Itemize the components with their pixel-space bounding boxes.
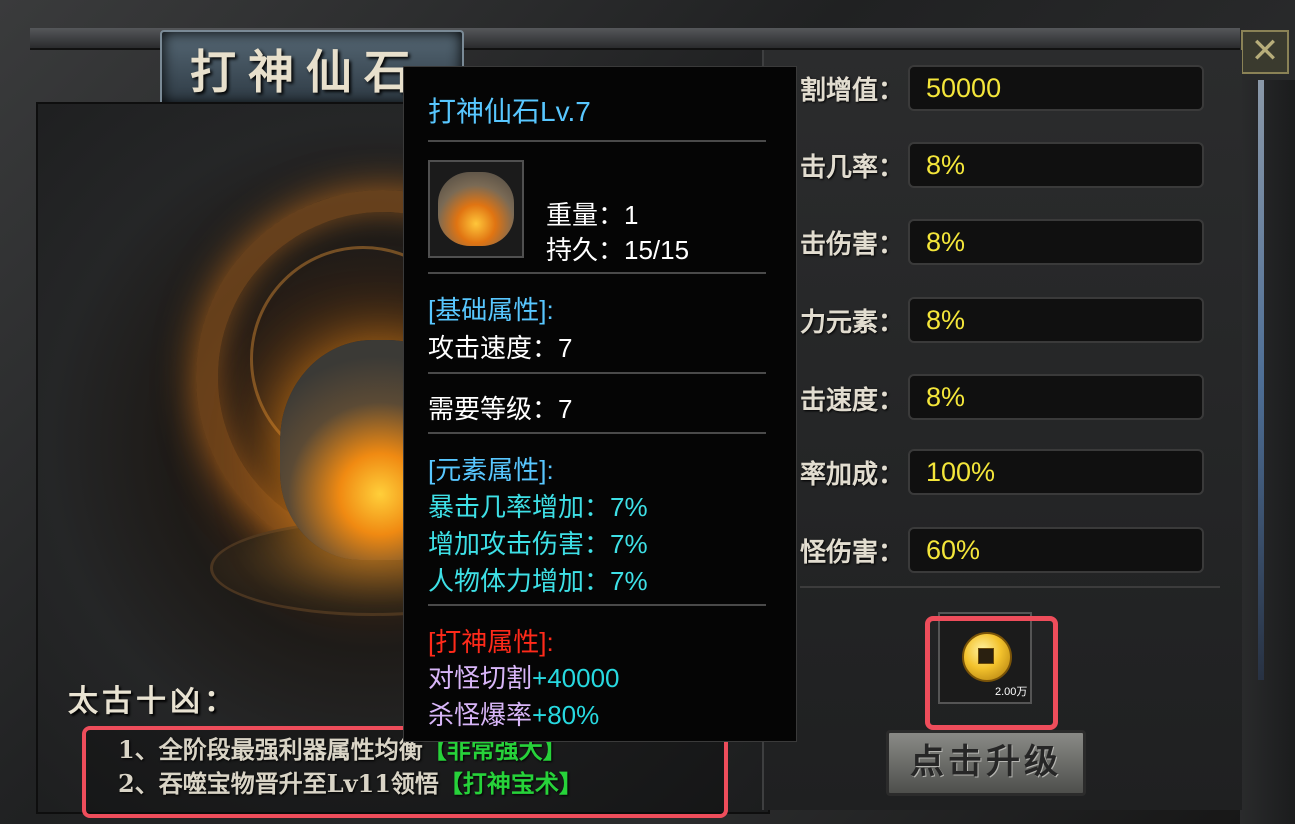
special-label: 对怪切割: [428, 663, 533, 693]
description-line-2: 2、吞噬宝物晋升至Lv11领悟【打神宝术】: [118, 764, 583, 799]
tooltip-special-line-1: 对怪切割+40000: [428, 658, 620, 695]
close-button[interactable]: ✕: [1241, 30, 1289, 74]
tooltip-attack-speed: 攻击速度：7: [428, 333, 573, 363]
stat-value: 8%: [908, 219, 1204, 265]
tooltip-title: 打神仙石Lv.7: [428, 96, 591, 127]
stat-value: 8%: [908, 297, 1204, 343]
tooltip-divider: [428, 372, 766, 374]
tooltip-divider: [428, 604, 766, 606]
stat-label: 击速度：: [800, 386, 905, 416]
special-value: +80%: [532, 700, 600, 730]
tooltip-element-line: 增加攻击伤害：7%: [428, 529, 648, 559]
tooltip-divider: [428, 140, 766, 142]
glow-bar-decoration: [1258, 80, 1264, 680]
stats-divider: [800, 586, 1220, 588]
stone-beast-icon: [438, 172, 514, 246]
stat-label: 击伤害：: [800, 230, 905, 260]
tooltip-special-header: [打神属性]:: [428, 627, 554, 657]
section-title: 太古十凶：: [68, 684, 238, 719]
special-value: +40000: [532, 663, 620, 693]
description-highlight: 【打神宝术】: [438, 769, 583, 798]
stat-value: 50000: [908, 65, 1204, 111]
tooltip-base-header: [基础属性]:: [428, 295, 554, 325]
tooltip-divider: [428, 272, 766, 274]
description-line-text: 2、吞噬宝物晋升至Lv11领悟: [118, 769, 439, 798]
tooltip-special-line-2: 杀怪爆率+80%: [428, 695, 599, 732]
tooltip-element-line: 人物体力增加：7%: [428, 566, 648, 596]
stat-label: 力元素：: [800, 308, 905, 338]
upgrade-button[interactable]: 点击升级: [886, 730, 1086, 796]
stat-value: 60%: [908, 527, 1204, 573]
tooltip-element-header: [元素属性]:: [428, 455, 554, 485]
special-label: 杀怪爆率: [428, 700, 533, 730]
stat-label: 割增值：: [800, 76, 905, 106]
tooltip-divider: [428, 432, 766, 434]
window-title: 打神仙石: [190, 45, 422, 99]
description-line-text: 1、全阶段最强利器属性均衡: [118, 735, 423, 764]
right-dragon-decoration: [1240, 80, 1295, 824]
tooltip-weight: 重量：1: [546, 200, 639, 230]
stat-label: 怪伤害：: [800, 538, 905, 568]
stat-value: 100%: [908, 449, 1204, 495]
tooltip-durability: 持久：15/15: [546, 235, 690, 265]
cost-highlight-box: [925, 616, 1058, 730]
stat-value: 8%: [908, 374, 1204, 420]
stat-value: 8%: [908, 142, 1204, 188]
tooltip-element-line: 暴击几率增加：7%: [428, 492, 648, 522]
stat-label: 击几率：: [800, 153, 905, 183]
stat-label: 率加成：: [800, 460, 905, 490]
tooltip-required-level: 需要等级：7: [428, 394, 573, 424]
